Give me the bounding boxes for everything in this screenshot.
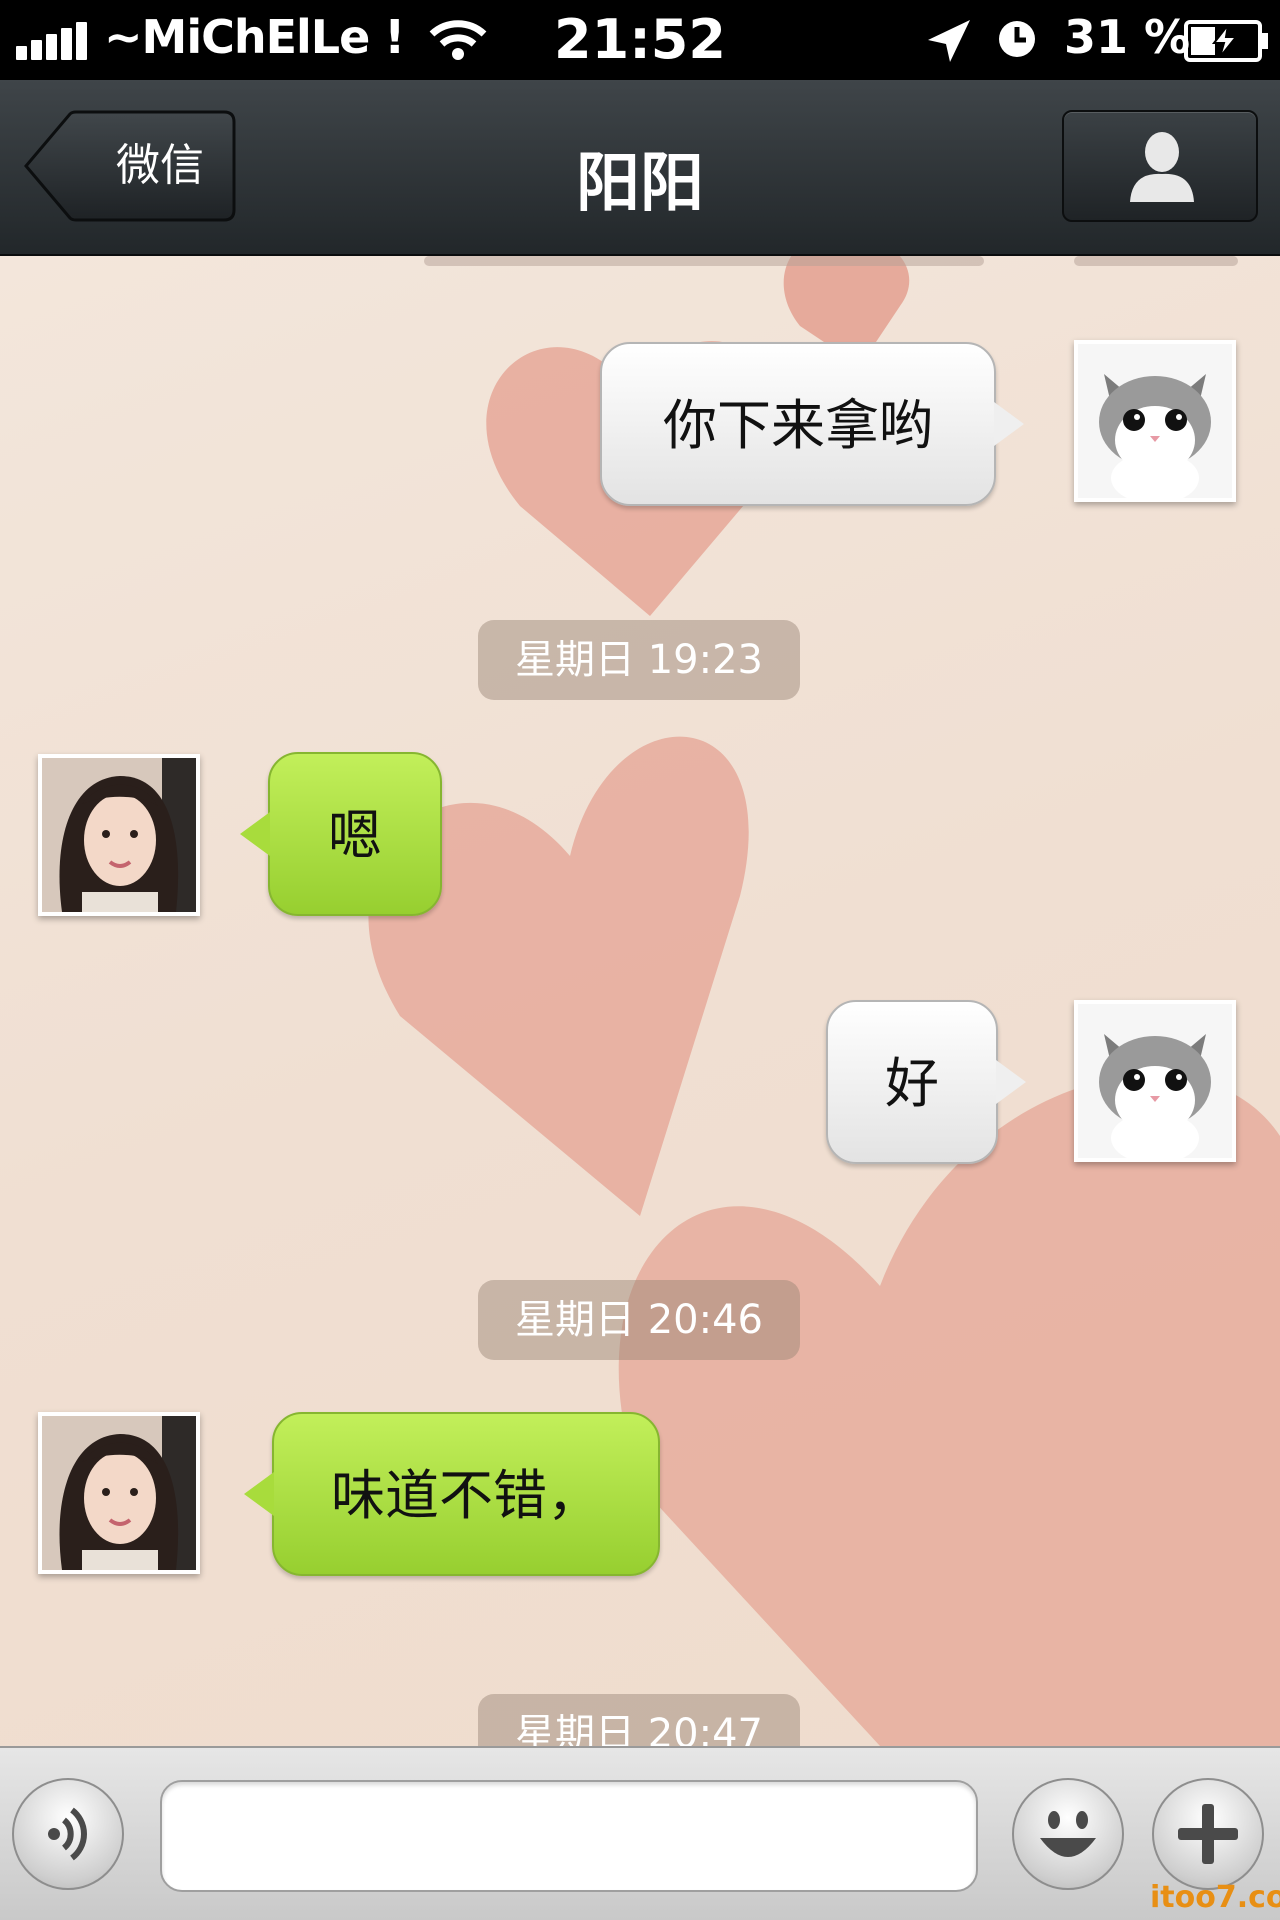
status-bar: ~MiChElLe ! 21:52 31 % — [0, 0, 1280, 80]
plus-icon — [1178, 1804, 1238, 1864]
kitten-icon — [1078, 344, 1232, 498]
girl-portrait-icon — [42, 1416, 196, 1570]
message-bubble-incoming[interactable]: 嗯 — [240, 752, 442, 916]
previous-message-fragment — [424, 256, 984, 266]
back-label: 微信 — [116, 140, 204, 191]
girl-avatar[interactable] — [38, 754, 200, 916]
person-icon — [1130, 132, 1194, 202]
chat-area[interactable]: 你下来拿哟 星期日 19:23 嗯 好 星期日 20:46 味道不错， 星期日 … — [0, 256, 1280, 1746]
wechat-chat-screen: ~MiChElLe ! 21:52 31 % 微信 阳阳 你下来拿哟 星期日 1… — [0, 0, 1280, 1920]
plus-button[interactable] — [1152, 1778, 1264, 1890]
message-text: 你下来拿哟 — [663, 394, 933, 457]
profile-button[interactable] — [1062, 110, 1258, 222]
back-button[interactable]: 微信 — [24, 110, 236, 222]
input-bar — [0, 1746, 1280, 1920]
emoji-button[interactable] — [1012, 1778, 1124, 1890]
voice-icon — [48, 1807, 87, 1861]
message-text: 好 — [885, 1052, 939, 1115]
battery-charging-icon — [1184, 20, 1268, 62]
timestamp-text: 星期日 20:46 — [515, 1297, 763, 1343]
chat-title: 阳阳 — [576, 147, 704, 221]
previous-avatar-fragment — [1074, 256, 1238, 266]
timestamp-text: 星期日 19:23 — [515, 637, 763, 683]
message-bubble-incoming[interactable]: 味道不错， — [244, 1412, 660, 1576]
kitten-avatar[interactable] — [1074, 340, 1236, 502]
message-bubble-outgoing[interactable]: 好 — [826, 1000, 1026, 1164]
kitten-icon — [1078, 1004, 1232, 1158]
voice-button[interactable] — [12, 1778, 124, 1890]
message-bubble-outgoing[interactable]: 你下来拿哟 — [600, 342, 1024, 506]
alarm-clock-icon — [999, 21, 1035, 57]
message-text: 嗯 — [328, 804, 382, 867]
timestamp-label: 星期日 20:46 — [478, 1280, 800, 1360]
timestamp-label: 星期日 20:47 — [478, 1694, 800, 1746]
watermark: itoo7.com — [1150, 1880, 1280, 1915]
girl-avatar[interactable] — [38, 1412, 200, 1574]
navigation-bar: 微信 阳阳 — [0, 80, 1280, 256]
battery-percent: 31 % — [1064, 10, 1191, 64]
message-input[interactable] — [160, 1780, 978, 1892]
emoji-icon — [1040, 1811, 1096, 1857]
timestamp-label: 星期日 19:23 — [478, 620, 800, 700]
location-arrow-icon — [928, 20, 970, 62]
kitten-avatar[interactable] — [1074, 1000, 1236, 1162]
girl-portrait-icon — [42, 758, 196, 912]
timestamp-text: 星期日 20:47 — [515, 1711, 763, 1746]
message-text: 味道不错， — [331, 1464, 601, 1527]
